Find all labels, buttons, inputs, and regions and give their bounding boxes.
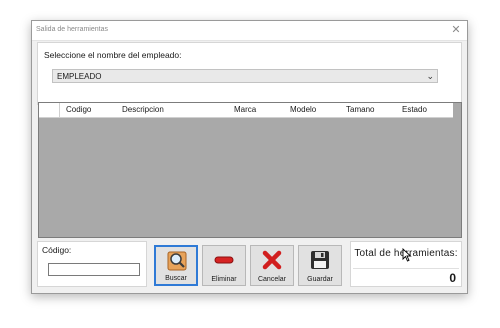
red-x-icon: [262, 250, 282, 270]
guardar-button-label: Guardar: [307, 276, 333, 283]
eliminar-button[interactable]: Eliminar: [202, 245, 246, 286]
codigo-label: Código:: [42, 245, 72, 255]
title-bar: Salida de herramientas ✕: [32, 21, 467, 41]
column-header-tamano[interactable]: Tamano: [346, 105, 374, 114]
codigo-input[interactable]: [48, 263, 140, 276]
buscar-button-label: Buscar: [165, 275, 187, 282]
eliminar-button-label: Eliminar: [211, 276, 237, 283]
close-icon[interactable]: ✕: [445, 21, 467, 40]
cancelar-button-label: Cancelar: [257, 276, 286, 283]
magnifier-icon: [167, 251, 187, 271]
window-title: Salida de herramientas: [36, 26, 108, 33]
column-header-marca[interactable]: Marca: [234, 105, 256, 114]
cancelar-button[interactable]: Cancelar: [250, 245, 294, 286]
buscar-button[interactable]: Buscar: [154, 245, 198, 286]
floppy-disk-icon: [311, 251, 329, 269]
remove-icon: [214, 256, 234, 264]
chevron-down-icon[interactable]: ⌄: [426, 70, 434, 83]
mouse-cursor-icon: [402, 248, 412, 262]
tools-table[interactable]: Codigo Descripcion Marca Modelo Tamano E…: [38, 102, 462, 238]
employee-combo-value: EMPLEADO: [57, 72, 102, 81]
employee-combobox[interactable]: EMPLEADO ⌄: [52, 69, 438, 83]
row-header-corner: [39, 103, 60, 117]
employee-group-label: Seleccione el nombre del empleado:: [44, 50, 182, 60]
total-value: 0: [449, 271, 456, 285]
column-header-codigo[interactable]: Codigo: [66, 105, 91, 114]
column-header-estado[interactable]: Estado: [402, 105, 427, 114]
column-header-modelo[interactable]: Modelo: [290, 105, 316, 114]
column-header-descripcion[interactable]: Descripcion: [122, 105, 164, 114]
total-divider: [353, 268, 459, 269]
table-header: Codigo Descripcion Marca Modelo Tamano E…: [39, 103, 453, 118]
codigo-box: Código:: [37, 241, 147, 287]
guardar-button[interactable]: Guardar: [298, 245, 342, 286]
employee-group: Seleccione el nombre del empleado: EMPLE…: [37, 42, 462, 105]
